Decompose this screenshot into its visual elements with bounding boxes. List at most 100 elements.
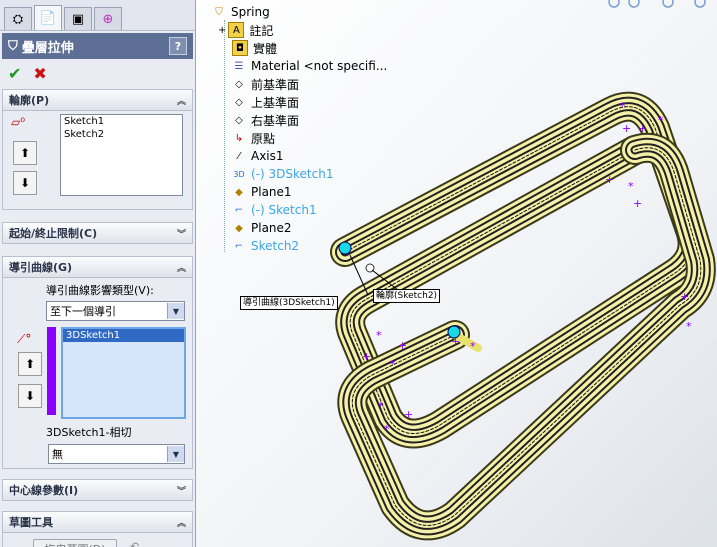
- tree-item-top-plane[interactable]: ◇ 上基準面: [232, 93, 299, 111]
- feature-tree-icon: ⛭: [12, 11, 24, 27]
- tree-item-sketch2[interactable]: ⌐ Sketch2: [232, 237, 299, 255]
- list-item[interactable]: Sketch1: [61, 115, 182, 128]
- influence-type-label: 導引曲線影響類型(V):: [46, 284, 154, 297]
- arrow-up-icon: ⬆: [19, 146, 31, 160]
- feature-header: ⛉ 疊層拉伸 ?: [2, 33, 193, 59]
- ok-cancel-row: ✔ ✖: [0, 59, 195, 87]
- collapse-icon[interactable]: ︽: [177, 516, 186, 529]
- sketch-tools-section-header[interactable]: 草圖工具 ︽: [2, 511, 193, 533]
- feature-tree: ⛉ Spring + A 註記 ◘ 實體 ☰ Material <not spe…: [200, 0, 410, 260]
- undo-icon[interactable]: ↶: [130, 540, 139, 547]
- ok-button[interactable]: ✔: [8, 64, 21, 83]
- tree-item-label: Axis1: [251, 149, 284, 163]
- profile-icon: ▱⁰: [11, 115, 26, 129]
- part-icon: ⛉: [215, 6, 223, 18]
- start-end-label: 起始/終止限制(C): [9, 227, 98, 240]
- profiles-section-header[interactable]: 輪廓(P) ︽: [2, 89, 193, 111]
- svg-text:+: +: [622, 122, 631, 135]
- expand-icon[interactable]: ︾: [177, 484, 186, 497]
- configuration-manager-tab[interactable]: ▣: [64, 7, 92, 30]
- sketch-icon: ⌐: [234, 240, 244, 252]
- plane-icon: ◆: [235, 186, 243, 198]
- tree-item-plane1[interactable]: ◆ Plane1: [232, 183, 291, 201]
- tree-item-label: 註記: [249, 23, 274, 38]
- guide-color-bar: [47, 327, 56, 415]
- tree-item-label: 原點: [251, 131, 276, 146]
- profile-callout[interactable]: 輪廓(Sketch2): [373, 289, 441, 303]
- material-icon: ☰: [234, 60, 244, 72]
- svg-text:*: *: [384, 423, 390, 436]
- tangency-value: 無: [52, 448, 63, 461]
- configuration-icon: ▣: [71, 11, 85, 27]
- expand-icon[interactable]: ︾: [177, 227, 186, 240]
- tree-item-label: Spring: [231, 5, 270, 19]
- move-up-button[interactable]: ⬆: [18, 352, 42, 376]
- property-manager-tab[interactable]: 📄: [34, 5, 62, 30]
- tree-item-origin[interactable]: ↳ 原點: [232, 129, 275, 147]
- move-up-button[interactable]: ⬆: [13, 141, 37, 165]
- svg-text:*: *: [376, 329, 382, 342]
- solid-bodies-icon: ◘: [232, 40, 248, 56]
- influence-type-select[interactable]: 至下一個導引 ▼: [46, 301, 185, 321]
- plane-icon: ◇: [235, 96, 243, 108]
- start-end-section-header[interactable]: 起始/終止限制(C) ︾: [2, 222, 193, 244]
- tree-item-label: 前基準面: [251, 77, 300, 92]
- move-down-button[interactable]: ⬇: [13, 171, 37, 195]
- svg-text:+: +: [680, 290, 689, 303]
- tangency-label: 3DSketch1-相切: [46, 426, 132, 439]
- tree-item-label: 右基準面: [251, 113, 300, 128]
- dimxpert-tab[interactable]: ⊕: [94, 7, 122, 30]
- guide-curves-list[interactable]: 3DSketch1: [61, 327, 186, 419]
- help-button[interactable]: ?: [169, 37, 187, 55]
- tree-item-spring[interactable]: ⛉ Spring: [212, 3, 270, 21]
- collapse-icon[interactable]: ︽: [177, 94, 186, 107]
- cancel-button[interactable]: ✖: [33, 64, 46, 83]
- profiles-section: ▱⁰ Sketch1 Sketch2 ⬆ ⬇: [2, 111, 193, 210]
- svg-text:*: *: [658, 114, 664, 127]
- tree-item-annotations[interactable]: + A 註記: [218, 21, 273, 39]
- tree-item-label: 上基準面: [251, 95, 300, 110]
- svg-text:+: +: [605, 173, 614, 186]
- svg-text:+: +: [404, 408, 413, 421]
- tree-item-label: Plane2: [251, 221, 292, 235]
- arrow-up-icon: ⬆: [24, 357, 36, 371]
- list-item[interactable]: Sketch2: [61, 128, 182, 141]
- tree-item-label: (-) 3DSketch1: [251, 167, 334, 181]
- tree-item-sketch1[interactable]: ⌐ (-) Sketch1: [232, 201, 317, 219]
- tree-item-material[interactable]: ☰ Material <not specifi...: [232, 57, 388, 75]
- tree-item-front-plane[interactable]: ◇ 前基準面: [232, 75, 299, 93]
- collapse-icon[interactable]: ︽: [177, 261, 186, 274]
- properties-icon: 📄: [39, 10, 57, 26]
- chevron-down-icon[interactable]: ▼: [167, 446, 184, 462]
- list-item[interactable]: 3DSketch1: [63, 329, 184, 342]
- tangency-select[interactable]: 無 ▼: [48, 444, 185, 464]
- 3dsketch-icon: 3D: [233, 169, 245, 179]
- tree-item-label: (-) Sketch1: [251, 203, 317, 217]
- svg-text:+: +: [638, 122, 647, 135]
- drag-sketch-button[interactable]: 拖曳草圖(D): [33, 539, 117, 547]
- tree-item-solid-bodies[interactable]: ◘ 實體: [232, 39, 277, 57]
- feature-manager-tab[interactable]: ⛭: [4, 7, 32, 30]
- property-manager: ⛭ 📄 ▣ ⊕ ⛉ 疊層拉伸 ? ✔ ✖ 輪廓(P) ︽ ▱⁰ Sketch1 …: [0, 0, 196, 547]
- tree-item-axis1[interactable]: ⁄ Axis1: [232, 147, 284, 165]
- expand-icon[interactable]: +: [218, 25, 226, 36]
- tree-item-right-plane[interactable]: ◇ 右基準面: [232, 111, 299, 129]
- tree-item-plane2[interactable]: ◆ Plane2: [232, 219, 292, 237]
- tree-item-3dsketch1[interactable]: 3D (-) 3DSketch1: [232, 165, 333, 183]
- centerline-section-header[interactable]: 中心線參數(I) ︾: [2, 479, 193, 501]
- centerline-label: 中心線參數(I): [9, 484, 79, 497]
- guide-curves-label: 導引曲線(G): [9, 261, 73, 274]
- guide-curve-callout[interactable]: 導引曲線(3DSketch1): [240, 296, 338, 310]
- sketch-icon: ⌐: [234, 204, 244, 216]
- chevron-down-icon[interactable]: ▼: [167, 303, 184, 319]
- manager-tabs: ⛭ 📄 ▣ ⊕: [0, 0, 195, 31]
- svg-text:*: *: [686, 320, 692, 333]
- move-down-button[interactable]: ⬇: [18, 384, 42, 408]
- influence-type-value: 至下一個導引: [50, 305, 116, 318]
- arrow-down-icon: ⬇: [19, 176, 31, 190]
- guide-curves-section-header[interactable]: 導引曲線(G) ︽: [2, 256, 193, 278]
- profile-endpoint-handle[interactable]: [447, 325, 461, 339]
- profiles-list[interactable]: Sketch1 Sketch2: [60, 114, 183, 196]
- tree-item-label: 實體: [253, 41, 278, 56]
- tree-guide-line: [224, 20, 225, 252]
